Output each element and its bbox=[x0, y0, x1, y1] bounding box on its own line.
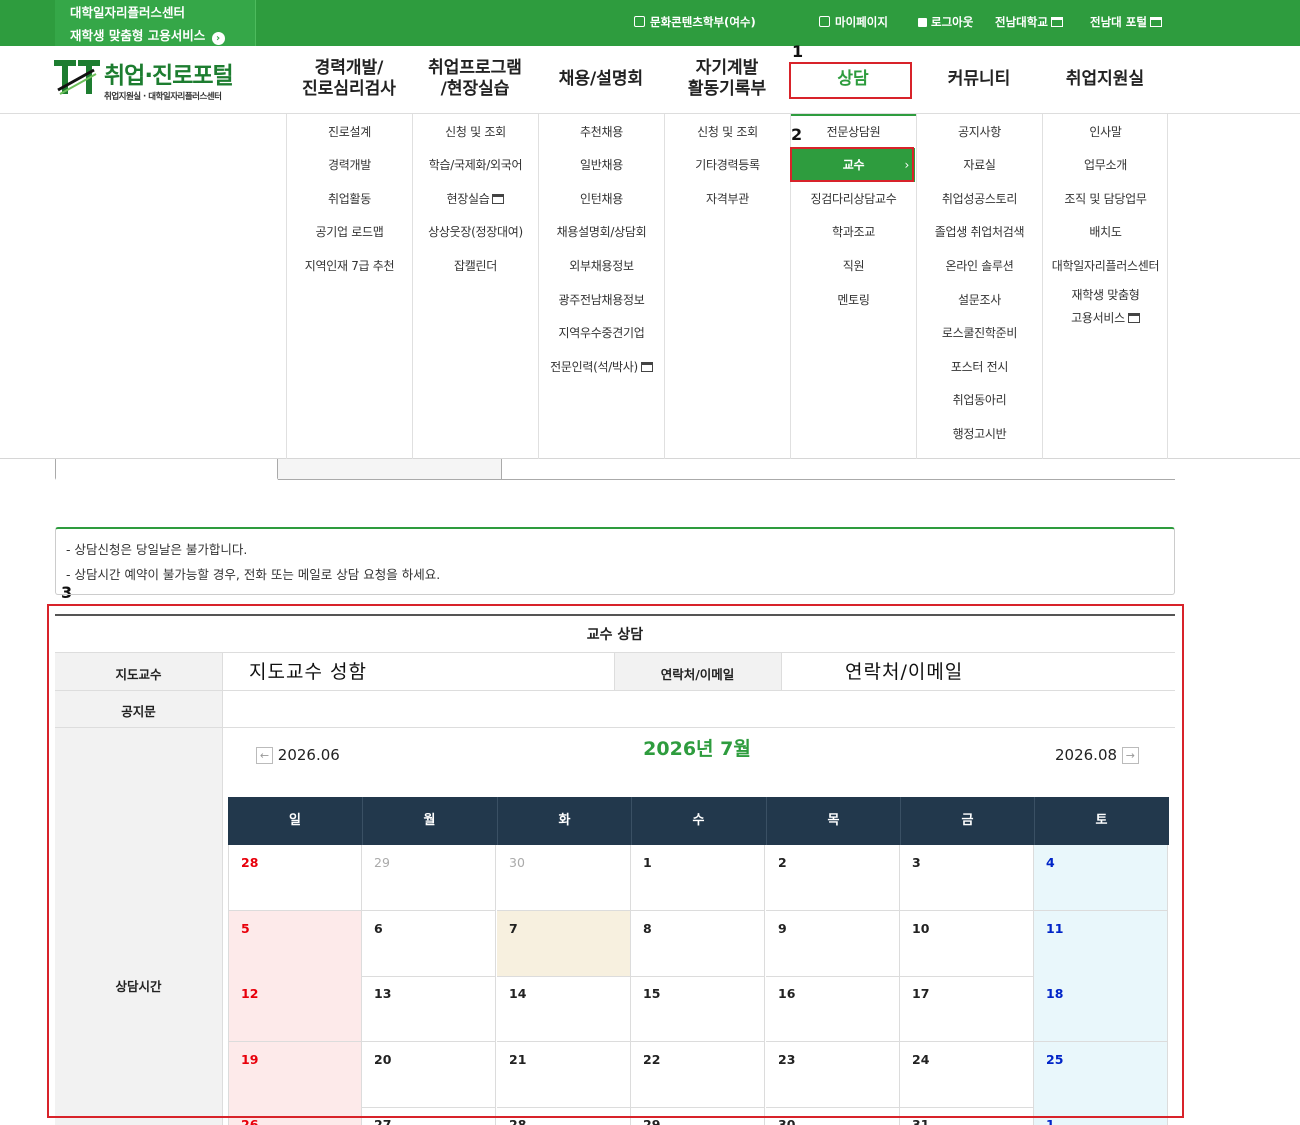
menu-item[interactable]: 취업성공스토리 bbox=[917, 190, 1042, 207]
edit-icon bbox=[634, 16, 645, 27]
gnb-career[interactable]: 경력개발/ 진로심리검사 bbox=[286, 58, 412, 100]
menu-item[interactable]: 외부채용정보 bbox=[539, 257, 664, 274]
menu-item[interactable]: 추천채용 bbox=[539, 123, 664, 140]
menu-item[interactable]: 학과조교 bbox=[791, 223, 916, 240]
calendar-day-number: 31 bbox=[912, 1117, 930, 1125]
calendar-day-number: 28 bbox=[509, 1117, 527, 1125]
menu-item[interactable]: 취업동아리 bbox=[917, 391, 1042, 408]
menu-item[interactable]: 배치도 bbox=[1043, 223, 1168, 240]
logo-mark-icon bbox=[54, 60, 100, 95]
step-marker-2: 2 bbox=[791, 125, 803, 144]
menu-item[interactable]: 취업활동 bbox=[287, 190, 412, 207]
menu-item[interactable]: 온라인 솔루션 bbox=[917, 257, 1042, 274]
menu-item[interactable]: 자격부관 bbox=[665, 190, 790, 207]
highlight-box-professor bbox=[790, 147, 914, 182]
menu-item[interactable]: 인턴채용 bbox=[539, 190, 664, 207]
logo-name: 취업·진로포털 bbox=[104, 63, 234, 89]
menu-item[interactable]: 지역인재 7급 추천 bbox=[287, 257, 412, 274]
mega-menu: 진로설계 경력개발 취업활동 공기업 로드맵 지역인재 7급 추천 신청 및 조… bbox=[0, 114, 1300, 459]
menu-item-student-service[interactable]: 재학생 맞춤형 고용서비스 bbox=[1043, 286, 1168, 333]
logout-link[interactable]: 로그아웃 bbox=[918, 14, 973, 30]
gnb-program[interactable]: 취업프로그램 /현장실습 bbox=[412, 58, 538, 100]
document-icon bbox=[819, 16, 830, 27]
new-window-icon bbox=[1050, 17, 1063, 27]
menu-item[interactable]: 지역우수중견기업 bbox=[539, 324, 664, 341]
new-window-icon bbox=[1149, 17, 1162, 27]
menu-item[interactable]: 전문인력(석/박사) bbox=[539, 358, 664, 375]
mega-col-support: 인사말 업무소개 조직 및 담당업무 배치도 대학일자리플러스센터 재학생 맞춤… bbox=[1042, 114, 1168, 459]
menu-item[interactable]: 공지사항 bbox=[917, 123, 1042, 140]
menu-item[interactable]: 자료실 bbox=[917, 156, 1042, 173]
menu-item[interactable]: 포스터 전시 bbox=[917, 358, 1042, 375]
menu-item[interactable]: 전문상담원 bbox=[791, 123, 916, 140]
arrow-right-icon: › bbox=[211, 32, 225, 45]
tab-active[interactable] bbox=[55, 459, 278, 480]
promo-banner[interactable]: 대학일자리플러스센터 재학생 맞춤형 고용서비스 › bbox=[55, 0, 256, 46]
menu-item[interactable]: 진로설계 bbox=[287, 123, 412, 140]
gnb-support[interactable]: 취업지원실 bbox=[1042, 58, 1168, 100]
menu-item[interactable]: 채용설명회/상담회 bbox=[539, 223, 664, 240]
menu-item[interactable]: 광주전남채용정보 bbox=[539, 291, 664, 308]
menu-item[interactable]: 멘토링 bbox=[791, 291, 916, 308]
menu-item[interactable]: 공기업 로드맵 bbox=[287, 223, 412, 240]
highlight-box-consult bbox=[789, 62, 912, 99]
mega-col-program: 신청 및 조회 학습/국제화/외국어 현장실습 상상웃장(정장대여) 잡캘린더 bbox=[412, 114, 538, 459]
mega-col-community: 공지사항 자료실 취업성공스토리 졸업생 취업처검색 온라인 솔루션 설문조사 … bbox=[916, 114, 1042, 459]
calendar-day-number: 1 bbox=[1046, 1117, 1055, 1125]
promo-line1: 대학일자리플러스센터 bbox=[70, 5, 186, 20]
menu-item[interactable]: 현장실습 bbox=[413, 190, 538, 207]
top-utility-bar: 대학일자리플러스센터 재학생 맞춤형 고용서비스 › 문화콘텐츠학부(여수) 마… bbox=[0, 0, 1300, 46]
new-window-icon bbox=[1127, 313, 1140, 323]
portal-link[interactable]: 전남대 포털 bbox=[1090, 14, 1162, 30]
gnb-selfdev[interactable]: 자기계발 활동기록부 bbox=[664, 58, 790, 100]
highlight-box-consult-table bbox=[47, 604, 1184, 1118]
menu-item[interactable]: 로스쿨진학준비 bbox=[917, 324, 1042, 341]
menu-item[interactable]: 졸업생 취업처검색 bbox=[917, 223, 1042, 240]
notice-line: - 상담신청은 당일날은 불가합니다. bbox=[66, 542, 248, 557]
promo-line2: 재학생 맞춤형 고용서비스 › bbox=[70, 25, 225, 45]
mega-col-career: 진로설계 경력개발 취업활동 공기업 로드맵 지역인재 7급 추천 bbox=[286, 114, 412, 459]
menu-item[interactable]: 상상웃장(정장대여) bbox=[413, 223, 538, 240]
menu-item[interactable]: 직원 bbox=[791, 257, 916, 274]
lock-icon bbox=[918, 18, 927, 27]
new-window-icon bbox=[640, 362, 653, 372]
menu-item[interactable]: 행정고시반 bbox=[917, 425, 1042, 442]
site-logo[interactable]: 취업·진로포털 취업지원실 · 대학일자리플러스센터 bbox=[54, 56, 274, 104]
logo-subtitle: 취업지원실 · 대학일자리플러스센터 bbox=[104, 92, 222, 102]
menu-item[interactable]: 경력개발 bbox=[287, 156, 412, 173]
calendar-day-number: 29 bbox=[643, 1117, 661, 1125]
step-marker-1: 1 bbox=[792, 42, 804, 61]
menu-item[interactable]: 일반채용 bbox=[539, 156, 664, 173]
calendar-day-number: 27 bbox=[374, 1117, 392, 1125]
univ-link[interactable]: 전남대학교 bbox=[995, 14, 1063, 30]
mypage-link[interactable]: 마이페이지 bbox=[819, 14, 888, 30]
menu-item[interactable]: 설문조사 bbox=[917, 291, 1042, 308]
menu-item[interactable]: 대학일자리플러스센터 bbox=[1043, 257, 1168, 274]
calendar-day-number: 30 bbox=[778, 1117, 796, 1125]
new-window-icon bbox=[492, 194, 505, 204]
gnb-recruit[interactable]: 채용/설명회 bbox=[538, 58, 664, 100]
tab-inactive[interactable] bbox=[278, 459, 502, 479]
menu-item[interactable]: 잡캘린더 bbox=[413, 257, 538, 274]
gnb-community[interactable]: 커뮤니티 bbox=[916, 58, 1042, 100]
notice-box: - 상담신청은 당일날은 불가합니다. - 상담시간 예약이 불가능할 경우, … bbox=[55, 527, 1175, 595]
active-column-indicator bbox=[791, 114, 916, 116]
mega-col-recruit: 추천채용 일반채용 인턴채용 채용설명회/상담회 외부채용정보 광주전남채용정보… bbox=[538, 114, 664, 459]
menu-item[interactable]: 학습/국제화/외국어 bbox=[413, 156, 538, 173]
notice-line: - 상담시간 예약이 불가능할 경우, 전화 또는 메일로 상담 요청을 하세요… bbox=[66, 567, 441, 582]
consult-tabs bbox=[55, 459, 1175, 480]
user-dept-link[interactable]: 문화콘텐츠학부(여수) bbox=[634, 14, 756, 30]
menu-item[interactable]: 신청 및 조회 bbox=[413, 123, 538, 140]
menu-item[interactable]: 업무소개 bbox=[1043, 156, 1168, 173]
menu-item[interactable]: 신청 및 조회 bbox=[665, 123, 790, 140]
menu-item[interactable]: 인사말 bbox=[1043, 123, 1168, 140]
menu-item[interactable]: 징검다리상담교수 bbox=[791, 190, 916, 207]
mega-col-selfdev: 신청 및 조회 기타경력등록 자격부관 bbox=[664, 114, 790, 459]
menu-item[interactable]: 조직 및 담당업무 bbox=[1043, 190, 1168, 207]
calendar-day-number: 26 bbox=[241, 1117, 259, 1125]
menu-item[interactable]: 기타경력등록 bbox=[665, 156, 790, 173]
